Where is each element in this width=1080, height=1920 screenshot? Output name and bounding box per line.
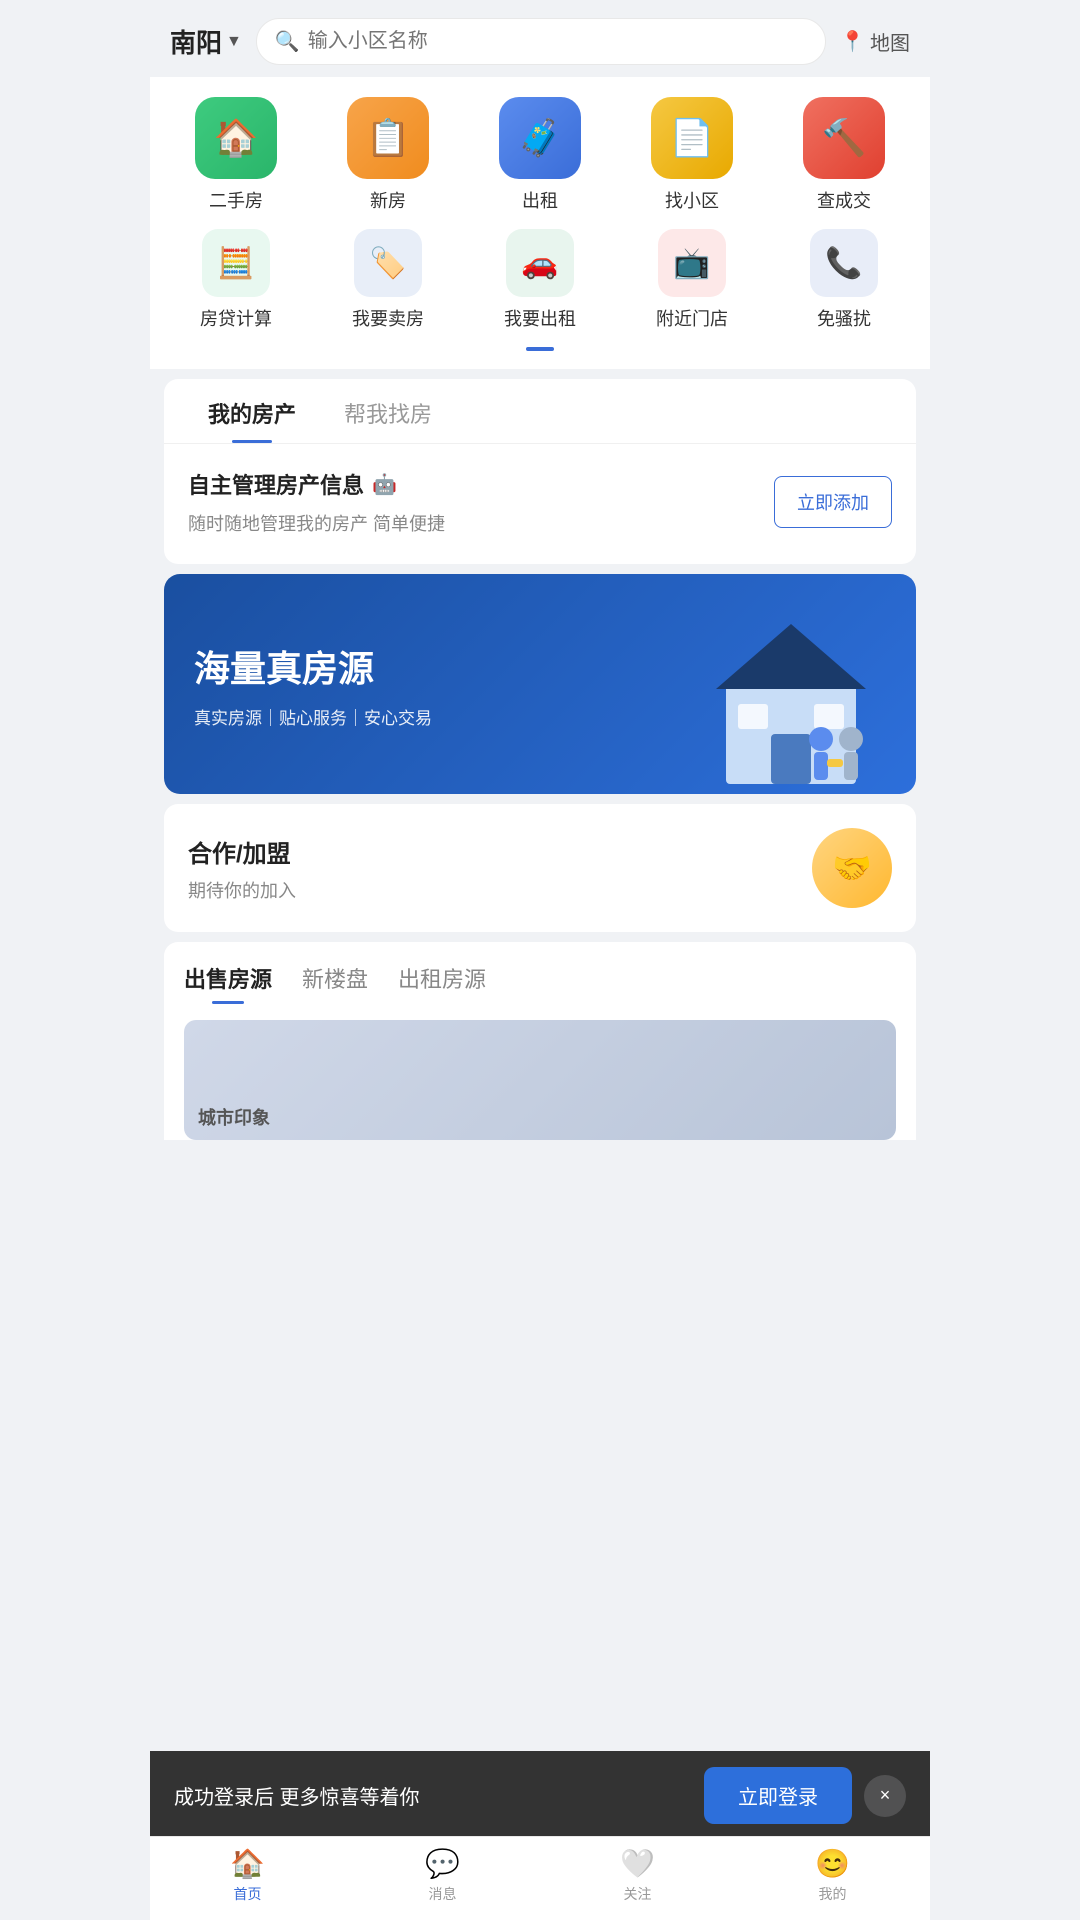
community-label: 找小区 (665, 187, 719, 213)
quick-item-loan[interactable]: 🧮 房贷计算 (176, 229, 296, 331)
nearbystore-label: 附近门店 (656, 305, 728, 331)
community-icon: 📄 (651, 97, 733, 179)
rentout-label: 我要出租 (504, 305, 576, 331)
nav-item-mine[interactable]: 😊 我的 (815, 1847, 850, 1904)
rent-icon: 🧳 (499, 97, 581, 179)
search-bar[interactable]: 🔍 (256, 18, 826, 65)
city-name: 南阳 (170, 23, 222, 60)
property-tabs: 出售房源 新楼盘 出租房源 (184, 962, 896, 1004)
quick-icons-section: 🏠 二手房 📋 新房 🧳 出租 📄 找小区 🔨 查成交 � (150, 77, 930, 369)
listing-preview[interactable]: 城市印象 (184, 1020, 896, 1140)
favorite-nav-label: 关注 (624, 1884, 652, 1904)
promo-banner[interactable]: 海量真房源 真实房源｜贴心服务｜安心交易 (164, 574, 916, 794)
home-nav-label: 首页 (234, 1884, 262, 1904)
rent-label: 出租 (522, 187, 558, 213)
add-property-button[interactable]: 立即添加 (774, 476, 892, 528)
secondhand-icon: 🏠 (195, 97, 277, 179)
transaction-label: 查成交 (817, 187, 871, 213)
partner-card[interactable]: 合作/加盟 期待你的加入 🤝 (164, 804, 916, 932)
banner-title: 海量真房源 (194, 640, 432, 692)
quick-item-nodisturb[interactable]: 📞 免骚扰 (784, 229, 904, 331)
property-card-desc: 随时随地管理我的房产 简单便捷 (188, 510, 774, 536)
property-card-content: 自主管理房产信息 🤖 随时随地管理我的房产 简单便捷 立即添加 (164, 444, 916, 564)
map-button[interactable]: 📍 地图 (840, 27, 910, 56)
active-dot (526, 347, 554, 351)
property-listing-section: 出售房源 新楼盘 出租房源 城市印象 (164, 942, 916, 1140)
page-indicator (160, 347, 920, 351)
tab-my-property[interactable]: 我的房产 (184, 379, 320, 443)
nav-item-home[interactable]: 🏠 首页 (230, 1847, 265, 1904)
loan-icon: 🧮 (202, 229, 270, 297)
mine-nav-label: 我的 (819, 1884, 847, 1904)
login-button[interactable]: 立即登录 (704, 1767, 852, 1824)
partner-info: 合作/加盟 期待你的加入 (188, 834, 296, 903)
newhouse-label: 新房 (370, 187, 406, 213)
nav-item-message[interactable]: 💬 消息 (425, 1847, 460, 1904)
transaction-icon: 🔨 (803, 97, 885, 179)
login-bar-close[interactable]: × (864, 1775, 906, 1817)
map-label: 地图 (870, 27, 910, 56)
banner-subtitle: 真实房源｜贴心服务｜安心交易 (194, 704, 432, 729)
home-nav-icon: 🏠 (230, 1847, 265, 1880)
tab-find-house[interactable]: 帮我找房 (320, 379, 456, 443)
partner-subtitle: 期待你的加入 (188, 877, 296, 903)
quick-item-sellhouse[interactable]: 🏷️ 我要卖房 (328, 229, 448, 331)
message-nav-label: 消息 (429, 1884, 457, 1904)
tab-for-sale[interactable]: 出售房源 (184, 962, 272, 1004)
partner-title: 合作/加盟 (188, 834, 296, 869)
quick-icons-row1: 🏠 二手房 📋 新房 🧳 出租 📄 找小区 🔨 查成交 (160, 97, 920, 213)
quick-item-rent[interactable]: 🧳 出租 (480, 97, 600, 213)
quick-item-secondhand[interactable]: 🏠 二手房 (176, 97, 296, 213)
login-bar-text: 成功登录后 更多惊喜等着你 (174, 1781, 704, 1810)
property-card-tabs: 我的房产 帮我找房 (164, 379, 916, 444)
favorite-nav-icon: 🤍 (620, 1847, 655, 1880)
my-property-card: 我的房产 帮我找房 自主管理房产信息 🤖 随时随地管理我的房产 简单便捷 立即添… (164, 379, 916, 564)
search-input[interactable] (308, 30, 807, 53)
quick-item-nearbystore[interactable]: 📺 附近门店 (632, 229, 752, 331)
sellhouse-label: 我要卖房 (352, 305, 424, 331)
quick-item-newhouse[interactable]: 📋 新房 (328, 97, 448, 213)
banner-illustration (666, 594, 906, 794)
partner-icon: 🤝 (812, 828, 892, 908)
search-icon: 🔍 (275, 29, 300, 54)
tab-for-rent[interactable]: 出租房源 (398, 962, 486, 1004)
quick-icons-row2: 🧮 房贷计算 🏷️ 我要卖房 🚗 我要出租 📺 附近门店 📞 免骚扰 (160, 229, 920, 331)
tab-new-buildings[interactable]: 新楼盘 (302, 962, 368, 1004)
bot-icon: 🤖 (372, 472, 397, 497)
login-bar: 成功登录后 更多惊喜等着你 立即登录 × (150, 1751, 930, 1840)
message-nav-icon: 💬 (425, 1847, 460, 1880)
property-card-info: 自主管理房产信息 🤖 随时随地管理我的房产 简单便捷 (188, 468, 774, 536)
secondhand-label: 二手房 (209, 187, 263, 213)
quick-item-transaction[interactable]: 🔨 查成交 (784, 97, 904, 213)
nav-item-favorite[interactable]: 🤍 关注 (620, 1847, 655, 1904)
city-selector[interactable]: 南阳 ▼ (170, 23, 242, 60)
city-arrow-icon: ▼ (226, 33, 242, 51)
quick-item-community[interactable]: 📄 找小区 (632, 97, 752, 213)
mine-nav-icon: 😊 (815, 1847, 850, 1880)
map-pin-icon: 📍 (840, 29, 865, 54)
loan-label: 房贷计算 (200, 305, 272, 331)
property-card-title: 自主管理房产信息 🤖 (188, 468, 774, 500)
sellhouse-icon: 🏷️ (354, 229, 422, 297)
nodisturb-icon: 📞 (810, 229, 878, 297)
listing-preview-text: 城市印象 (198, 1104, 270, 1130)
banner-text: 海量真房源 真实房源｜贴心服务｜安心交易 (194, 640, 432, 729)
bottom-nav: 🏠 首页 💬 消息 🤍 关注 😊 我的 (150, 1836, 930, 1920)
rentout-icon: 🚗 (506, 229, 574, 297)
nodisturb-label: 免骚扰 (817, 305, 871, 331)
nearbystore-icon: 📺 (658, 229, 726, 297)
quick-item-rentout[interactable]: 🚗 我要出租 (480, 229, 600, 331)
newhouse-icon: 📋 (347, 97, 429, 179)
header: 南阳 ▼ 🔍 📍 地图 (150, 0, 930, 77)
